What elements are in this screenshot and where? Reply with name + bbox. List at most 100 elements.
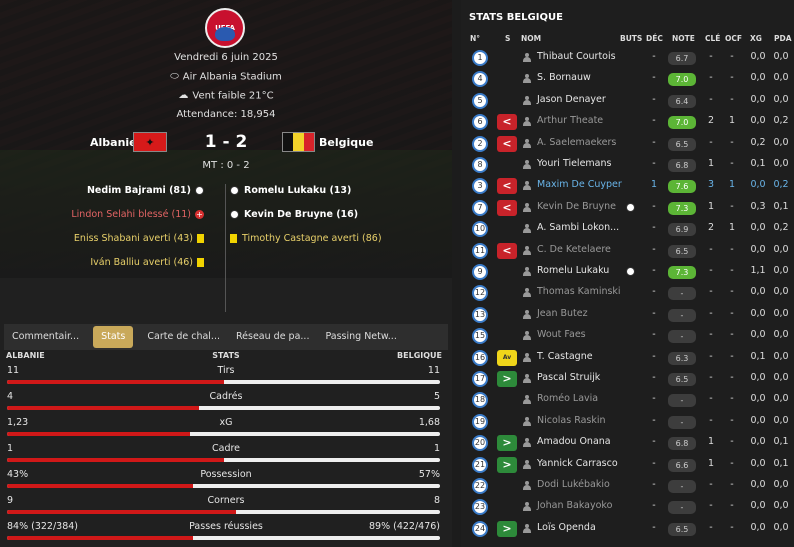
player-ocf: - <box>730 350 734 362</box>
player-name[interactable]: Amadou Onana <box>537 436 611 447</box>
person-head <box>525 245 529 250</box>
person-head <box>525 352 529 357</box>
player-ocf: - <box>730 72 734 84</box>
column-header[interactable]: N° <box>470 34 480 43</box>
player-name[interactable]: Dodi Lukébakio <box>537 479 610 490</box>
player-row[interactable]: 10 A. Sambi Lokon... -6.9 2 1 0,0 0,2 <box>461 219 794 240</box>
person-body <box>523 164 531 169</box>
player-name[interactable]: Jean Butez <box>537 308 588 319</box>
player-row[interactable]: 2 < A. Saelemaekers -6.5- -0,2 0,0 <box>461 134 794 155</box>
home-team-name[interactable]: Albanie <box>90 136 137 149</box>
player-name[interactable]: S. Bornauw <box>537 72 591 83</box>
column-header[interactable]: NOTE <box>672 34 695 43</box>
player-ocf: 1 <box>728 179 736 191</box>
player-row[interactable]: 4 S. Bornauw -7.0- -0,0 0,0 <box>461 69 794 90</box>
person-body <box>523 399 531 405</box>
goal-icon <box>626 202 635 212</box>
player-number: 18 <box>472 392 488 409</box>
player-row[interactable]: 1 Thibaut Courtois -6.7- -0,0 0,0 <box>461 48 794 69</box>
player-name[interactable]: A. Saelemaekers <box>537 137 616 148</box>
player-row[interactable]: 24 > Loïs Openda -6.5- -0,0 0,0 <box>461 519 794 540</box>
player-rating: - <box>668 415 696 429</box>
player-row[interactable]: 21 > Yannick Carrasco -6.6 1-0,0 0,1 <box>461 455 794 476</box>
player-row[interactable]: 17 > Pascal Struijk -6.5- -0,0 0,0 <box>461 369 794 390</box>
column-header[interactable]: PDA <box>774 34 792 43</box>
player-key-passes: - <box>709 243 713 255</box>
player-row[interactable]: 12 Thomas Kaminski - - - -0,0 0,0 <box>461 283 794 304</box>
player-row[interactable]: 3 < Maxim De Cuyper 1 7.6 3 1 0,0 0,2 <box>461 176 794 197</box>
player-row[interactable]: 15 Wout Faes - - - -0,0 0,0 <box>461 326 794 347</box>
player-key-passes: - <box>709 414 713 426</box>
person-icon <box>523 267 531 276</box>
player-row[interactable]: 11 < C. De Ketelaere -6.5- -0,0 0,0 <box>461 241 794 262</box>
player-row[interactable]: 18 Roméo Lavia - - - -0,0 0,0 <box>461 390 794 411</box>
stat-row: 1,23 xG 1,68 <box>4 415 448 441</box>
player-name[interactable]: Nicolas Raskin <box>537 415 606 426</box>
player-name[interactable]: Yannick Carrasco <box>537 458 618 469</box>
player-rating: 6.6 <box>668 458 696 472</box>
player-name[interactable]: T. Castagne <box>537 351 593 362</box>
column-header[interactable]: DÉC <box>646 34 663 43</box>
player-name[interactable]: Thomas Kaminski <box>537 286 621 297</box>
tab-stats[interactable]: Stats <box>93 326 134 348</box>
column-header[interactable]: NOM <box>521 34 541 43</box>
person-body <box>523 228 531 234</box>
player-row[interactable]: 16 Av T. Castagne -6.3- -0,1 0,0 <box>461 348 794 369</box>
player-name[interactable]: Maxim De Cuyper <box>537 179 622 190</box>
column-header[interactable]: BUTS <box>620 34 642 43</box>
player-name[interactable]: Loïs Openda <box>537 522 596 533</box>
player-row[interactable]: 13 Jean Butez - - - -0,0 0,0 <box>461 305 794 326</box>
tab-pass-network[interactable]: Réseau de pa... <box>228 326 317 348</box>
player-name[interactable]: Thibaut Courtois <box>537 51 616 62</box>
away-team-name[interactable]: Belgique <box>319 136 373 149</box>
player-rating: 7.3 <box>668 266 696 279</box>
player-name[interactable]: Roméo Lavia <box>537 393 598 404</box>
tab-commentary[interactable]: Commentair... <box>4 326 87 348</box>
player-number: 9 <box>472 264 488 280</box>
player-rating: 6.8 <box>668 159 696 172</box>
away-event: Romelu Lukaku (13) <box>230 185 351 196</box>
player-row[interactable]: 6 < Arthur Theate -7.0 2 1 0,0 0,2 <box>461 112 794 133</box>
column-header[interactable]: XG <box>750 34 762 43</box>
ball-icon <box>195 186 204 195</box>
player-rating: 7.3 <box>668 201 696 215</box>
column-header[interactable]: CLÉ <box>705 34 720 43</box>
person-icon <box>523 138 531 148</box>
player-row[interactable]: 7 < Kevin De Bruyne -7.3 1-0,3 0,1 <box>461 198 794 219</box>
player-row[interactable]: 5 Jason Denayer -6.4- -0,0 0,0 <box>461 91 794 112</box>
player-name[interactable]: A. Sambi Lokon... <box>537 222 619 233</box>
player-name[interactable]: Romelu Lukaku <box>537 265 609 276</box>
player-key-passes: 1 <box>707 158 715 169</box>
player-name[interactable]: Youri Tielemans <box>537 158 611 169</box>
player-row[interactable]: 20 > Amadou Onana -6.8 1-0,0 0,1 <box>461 433 794 454</box>
player-ocf: - <box>730 500 734 512</box>
player-dec: - <box>652 307 656 319</box>
player-name[interactable]: Pascal Struijk <box>537 372 600 383</box>
player-row[interactable]: 8 Youri Tielemans -6.8 1-0,1 0,0 <box>461 155 794 176</box>
event-text: Timothy Castagne averti (86) <box>242 233 382 244</box>
player-name[interactable]: Wout Faes <box>537 329 586 340</box>
column-header[interactable]: S <box>505 34 510 43</box>
player-name[interactable]: Arthur Theate <box>537 115 603 126</box>
player-name[interactable]: Johan Bakayoko <box>537 500 612 511</box>
player-name[interactable]: Jason Denayer <box>537 94 606 105</box>
player-name[interactable]: Kevin De Bruyne <box>537 201 616 212</box>
player-row[interactable]: 9 Romelu Lukaku -7.3- -1,1 0,0 <box>461 262 794 283</box>
player-name[interactable]: C. De Ketelaere <box>537 244 611 255</box>
player-key-passes: - <box>709 93 713 105</box>
tab-passing-network[interactable]: Passing Netw... <box>317 326 404 348</box>
event-text: Eniss Shabani averti (43) <box>73 233 193 244</box>
player-row[interactable]: 19 Nicolas Raskin - - - -0,0 0,0 <box>461 412 794 433</box>
stat-bar-home-fill <box>7 380 224 384</box>
player-number: 6 <box>472 114 488 131</box>
stat-bar-home-fill <box>7 536 194 540</box>
column-header[interactable]: OCF <box>725 34 742 43</box>
player-row[interactable]: 23 Johan Bakayoko - - - -0,0 0,0 <box>461 497 794 518</box>
player-key-passes: 2 <box>707 222 715 234</box>
player-ocf: 1 <box>728 222 736 234</box>
tab-heatmap[interactable]: Carte de chal... <box>139 326 228 348</box>
sub-in-icon: > <box>497 456 517 473</box>
player-number: 16 <box>472 349 488 366</box>
player-row[interactable]: 22 Dodi Lukébakio - - - -0,0 0,0 <box>461 476 794 497</box>
stadium-name: Air Albania Stadium <box>182 71 282 83</box>
